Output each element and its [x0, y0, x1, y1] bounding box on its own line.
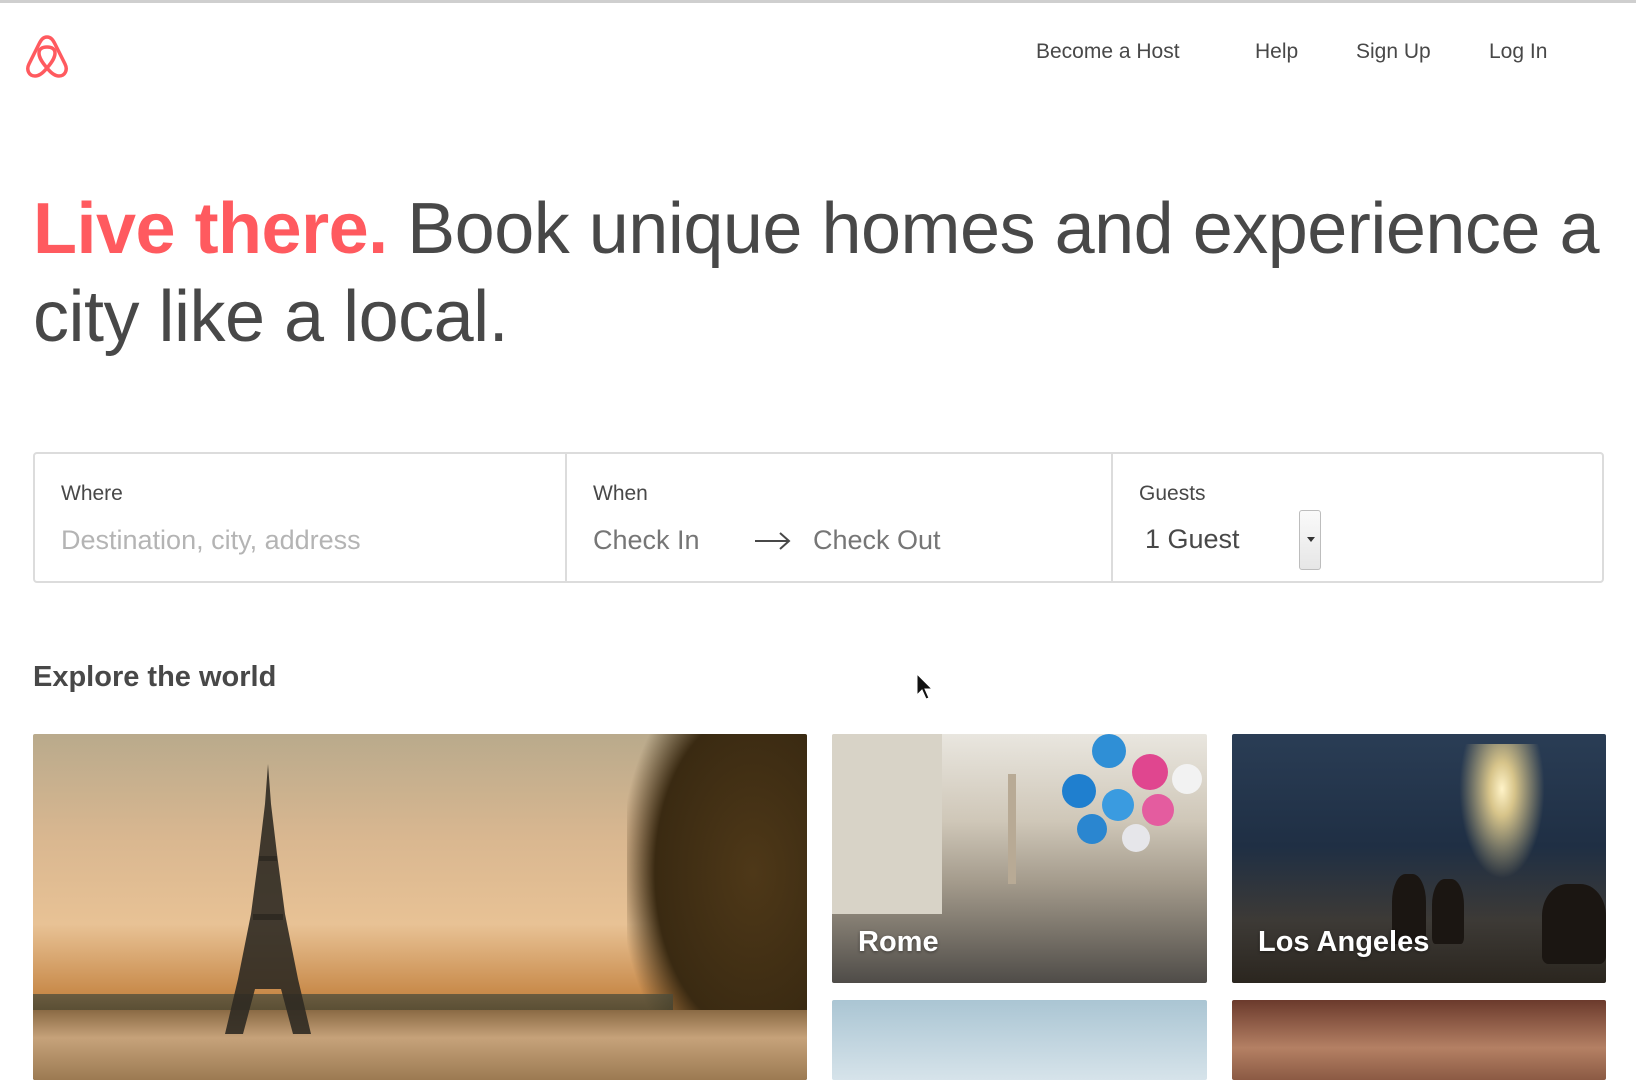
nav-help[interactable]: Help — [1255, 36, 1298, 68]
fireworks-image — [1452, 744, 1552, 894]
balloon-image — [1142, 794, 1174, 826]
balloon-image — [1132, 754, 1168, 790]
balloon-image — [1122, 824, 1150, 852]
guests-select[interactable]: 1 Guest — [1139, 510, 1321, 570]
nav-sign-up[interactable]: Sign Up — [1356, 36, 1431, 68]
balloon-image — [1092, 734, 1126, 768]
city-tile-rome[interactable]: Rome — [832, 734, 1207, 983]
balloon-image — [1172, 764, 1202, 794]
person-silhouette-image — [1542, 884, 1606, 964]
hero-accent: Live there. — [33, 189, 388, 269]
when-label: When — [593, 482, 648, 505]
balloon-image — [1102, 789, 1134, 821]
person-silhouette-image — [1432, 879, 1464, 944]
guests-label: Guests — [1139, 482, 1206, 505]
eiffel-tower-image — [225, 764, 311, 1034]
guests-value: 1 Guest — [1145, 524, 1240, 554]
search-bar: Where When Check In Check Out Guests 1 G… — [33, 452, 1604, 583]
where-label: Where — [61, 482, 123, 505]
obelisk-image — [1008, 774, 1016, 884]
city-tile-los-angeles[interactable]: Los Angeles — [1232, 734, 1606, 983]
top-border — [0, 0, 1636, 3]
where-section: Where — [35, 454, 567, 581]
nav-log-in[interactable]: Log In — [1489, 36, 1547, 68]
city-tile[interactable] — [1232, 1000, 1606, 1080]
when-section: When Check In Check Out — [567, 454, 1113, 581]
check-out-field[interactable]: Check Out — [813, 522, 941, 558]
explore-title: Explore the world — [33, 661, 277, 693]
mouse-cursor-icon — [916, 673, 934, 700]
destination-input[interactable] — [61, 520, 541, 560]
city-label-los-angeles: Los Angeles — [1258, 926, 1430, 958]
city-tile-paris[interactable] — [33, 734, 807, 1080]
airbnb-logo-icon[interactable] — [25, 31, 69, 79]
guests-section: Guests 1 Guest — [1113, 454, 1602, 581]
check-in-field[interactable]: Check In — [593, 522, 700, 558]
nav-become-host[interactable]: Become a Host — [1036, 36, 1180, 68]
balloon-image — [1077, 814, 1107, 844]
page: Become a Host Help Sign Up Log In Live t… — [0, 0, 1636, 1080]
chevron-down-icon[interactable] — [1299, 510, 1321, 570]
right-arrow-icon — [755, 532, 791, 550]
city-tile[interactable] — [832, 1000, 1207, 1080]
building-image — [832, 734, 942, 914]
balloon-image — [1062, 774, 1096, 808]
hero-headline: Live there. Book unique homes and experi… — [33, 185, 1603, 361]
river-image — [33, 1010, 807, 1080]
city-label-rome: Rome — [858, 926, 939, 958]
